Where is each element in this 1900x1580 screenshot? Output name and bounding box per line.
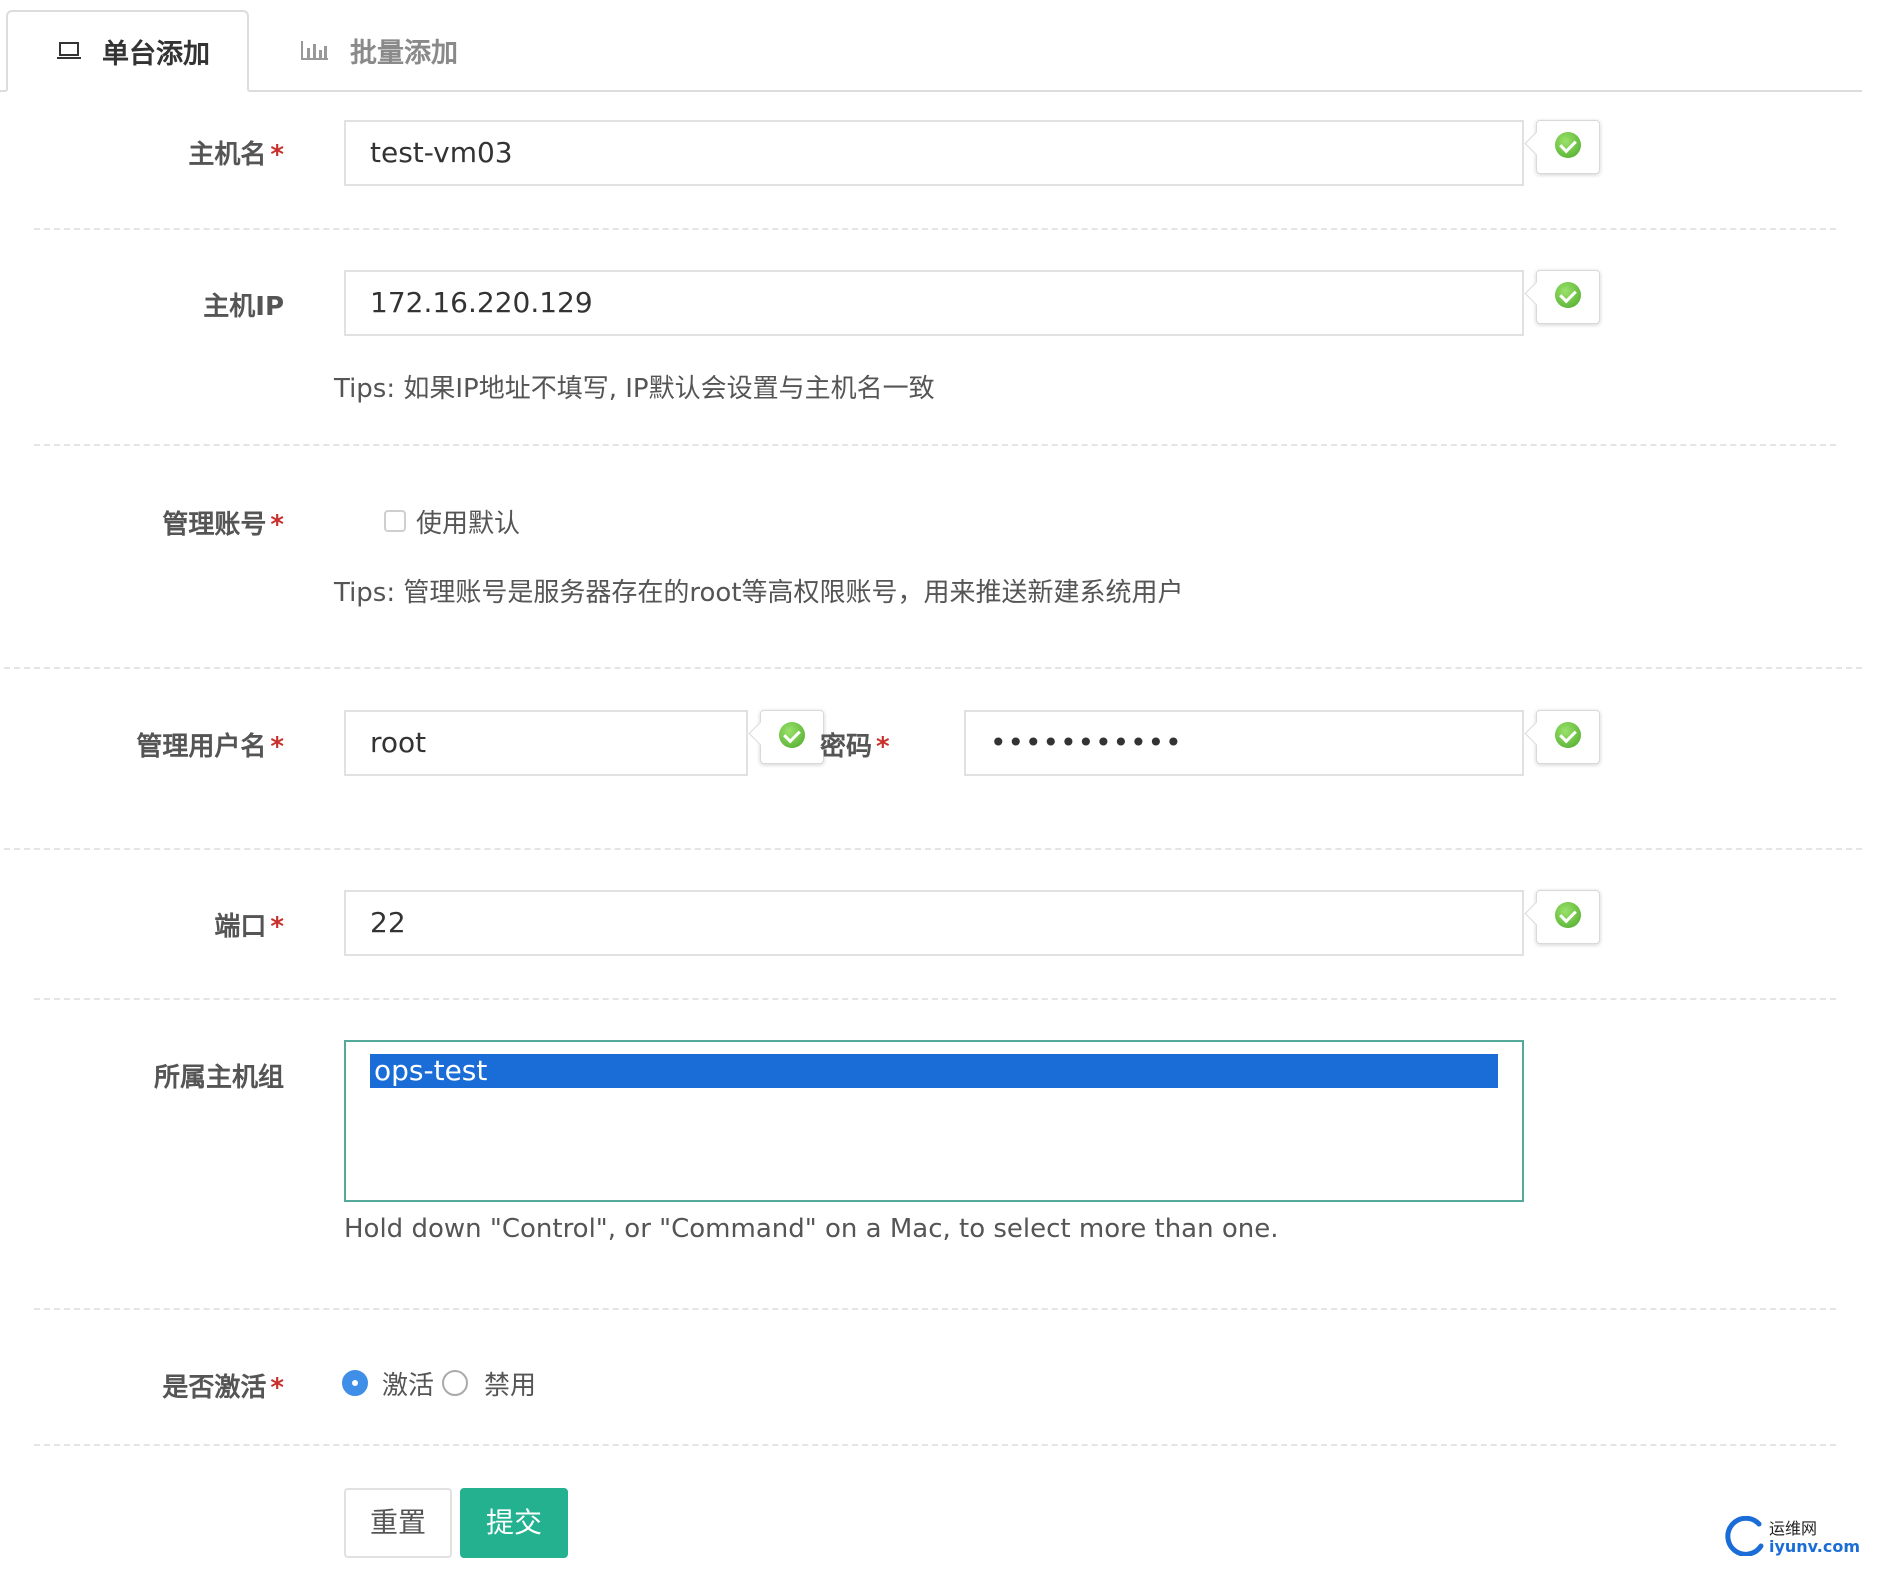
- host-group-help: Hold down "Control", or "Command" on a M…: [344, 1214, 1279, 1244]
- watermark-cn: 运维网: [1768, 1519, 1817, 1538]
- divider: [4, 848, 1862, 850]
- active-radio[interactable]: [342, 1370, 368, 1396]
- disabled-radio[interactable]: [442, 1370, 468, 1396]
- hostip-input[interactable]: 172.16.220.129: [344, 270, 1524, 336]
- check-icon: [1555, 132, 1581, 158]
- hostip-label: 主机IP: [203, 292, 284, 322]
- divider: [4, 667, 1862, 669]
- divider: [34, 1444, 1836, 1446]
- tab-batch-add-label: 批量添加: [350, 37, 458, 69]
- check-icon: [779, 722, 805, 748]
- site-logo-icon: [1725, 1515, 1765, 1560]
- active-radio-label: 激活: [382, 1371, 435, 1401]
- submit-button[interactable]: 提交: [460, 1488, 568, 1558]
- host-group-select[interactable]: ops-test: [344, 1040, 1524, 1202]
- admin-account-label: 管理账号 *: [162, 510, 284, 540]
- check-icon: [1555, 282, 1581, 308]
- host-group-option[interactable]: ops-test: [370, 1054, 1498, 1088]
- use-default-label: 使用默认: [416, 509, 521, 539]
- password-input[interactable]: •••••••••••: [964, 710, 1524, 776]
- laptop-icon: [56, 41, 82, 61]
- tab-batch-add[interactable]: 批量添加: [300, 10, 458, 90]
- check-icon: [1555, 902, 1581, 928]
- use-default-checkbox[interactable]: [384, 510, 406, 532]
- watermark: 运维网 iyunv.com: [1725, 1515, 1860, 1560]
- password-valid-indicator: [1536, 710, 1600, 764]
- hostname-label: 主机名 *: [188, 140, 284, 170]
- hostname-valid-indicator: [1536, 120, 1600, 174]
- tab-bar: 单台添加 批量添加: [0, 0, 1862, 92]
- bar-chart-icon: [300, 39, 330, 61]
- check-icon: [1555, 722, 1581, 748]
- divider: [34, 998, 1836, 1000]
- tab-single-add-label: 单台添加: [102, 38, 210, 70]
- divider: [34, 1308, 1836, 1310]
- password-label: 密码 *: [820, 732, 890, 762]
- port-valid-indicator: [1536, 890, 1600, 944]
- port-label: 端口 *: [214, 912, 284, 942]
- active-label: 是否激活 *: [162, 1373, 284, 1403]
- reset-button[interactable]: 重置: [344, 1488, 452, 1558]
- hostip-tip: Tips: 如果IP地址不填写, IP默认会设置与主机名一致: [334, 374, 935, 404]
- disabled-radio-label: 禁用: [484, 1371, 537, 1401]
- watermark-domain: iyunv.com: [1768, 1537, 1860, 1556]
- hostip-valid-indicator: [1536, 270, 1600, 324]
- divider: [34, 444, 1836, 446]
- tab-single-add[interactable]: 单台添加: [6, 10, 249, 92]
- port-input[interactable]: 22: [344, 890, 1524, 956]
- admin-username-input[interactable]: root: [344, 710, 748, 776]
- admin-username-label: 管理用户名 *: [136, 732, 284, 762]
- divider: [34, 228, 1836, 230]
- hostname-input[interactable]: test-vm03: [344, 120, 1524, 186]
- admin-account-tip: Tips: 管理账号是服务器存在的root等高权限账号，用来推送新建系统用户: [334, 578, 1184, 608]
- host-group-label: 所属主机组: [153, 1063, 284, 1093]
- admin-username-valid-indicator: [760, 710, 824, 764]
